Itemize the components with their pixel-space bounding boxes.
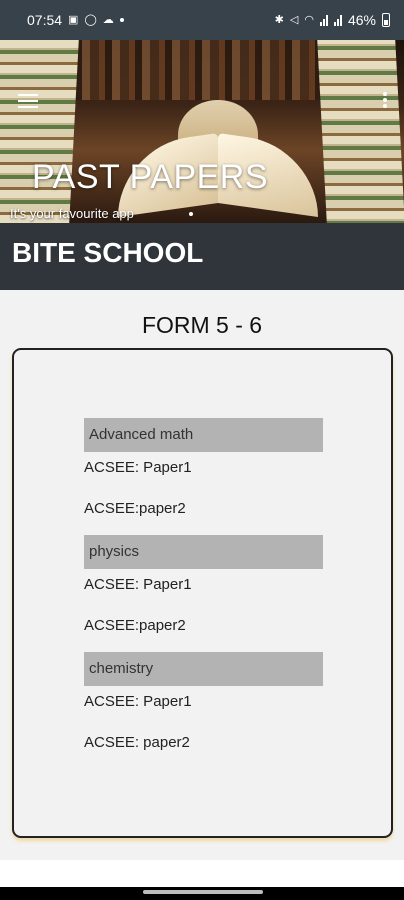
carousel-indicator xyxy=(189,212,193,216)
bottom-spacer xyxy=(0,860,404,887)
bookshelf-image xyxy=(60,40,344,100)
header-banner: PAST PAPERS It's your favourite app xyxy=(0,40,404,223)
more-options-icon[interactable] xyxy=(382,92,388,110)
status-bar: 07:54 ▣ ◯ ☁ ✱ ◁ ◠ 46% xyxy=(0,0,404,40)
app-bar: BITE SCHOOL xyxy=(0,223,404,290)
paper-link[interactable]: ACSEE: paper2 xyxy=(84,734,190,751)
section-title: FORM 5 - 6 xyxy=(141,312,263,338)
system-nav-bar xyxy=(0,887,404,900)
paper-link[interactable]: ACSEE:paper2 xyxy=(84,500,186,517)
battery-percent: 46% xyxy=(347,12,376,28)
subjects-card: Advanced math ACSEE: Paper1 ACSEE:paper2… xyxy=(12,348,393,838)
subject-header-physics[interactable]: physics xyxy=(84,535,323,569)
status-right: ✱ ◁ ◠ 46% xyxy=(275,12,390,28)
paper-link[interactable]: ACSEE: Paper1 xyxy=(84,459,192,476)
book-stack-image xyxy=(317,40,404,223)
wifi-icon: ◠ xyxy=(304,13,314,26)
cloud-icon: ☁ xyxy=(102,13,114,26)
status-time: 07:54 xyxy=(27,12,63,28)
home-gesture-handle[interactable] xyxy=(143,890,263,894)
header-subtitle: It's your favourite app xyxy=(10,206,134,221)
hamburger-menu-icon[interactable] xyxy=(18,94,38,108)
status-left: 07:54 ▣ ◯ ☁ xyxy=(27,12,124,28)
image-icon: ▣ xyxy=(68,13,79,26)
bluetooth-icon: ✱ xyxy=(274,13,284,26)
signal-icon xyxy=(319,14,328,26)
notification-dot-icon xyxy=(119,18,124,22)
whatsapp-icon: ◯ xyxy=(84,13,97,26)
subject-header-chemistry[interactable]: chemistry xyxy=(84,652,323,686)
mute-icon: ◁ xyxy=(289,13,299,26)
battery-icon xyxy=(382,13,390,27)
main-content: FORM 5 - 6 Advanced math ACSEE: Paper1 A… xyxy=(0,290,404,860)
paper-link[interactable]: ACSEE:paper2 xyxy=(84,617,186,634)
subject-header-advanced-math[interactable]: Advanced math xyxy=(84,418,323,452)
app-title: BITE SCHOOL xyxy=(12,237,204,268)
paper-link[interactable]: ACSEE: Paper1 xyxy=(84,576,192,593)
header-title: PAST PAPERS xyxy=(32,158,269,196)
signal-icon xyxy=(333,14,342,26)
paper-link[interactable]: ACSEE: Paper1 xyxy=(84,693,192,710)
